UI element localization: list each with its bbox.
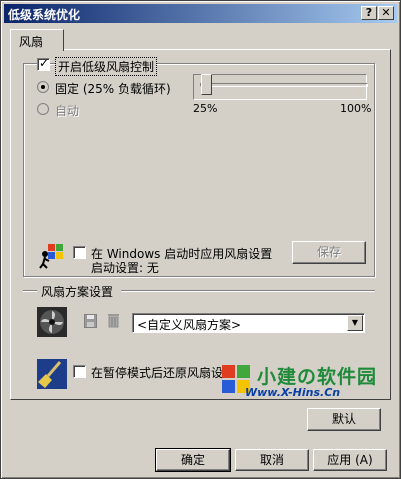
duty-cycle-slider[interactable] <box>201 74 212 95</box>
apply-button[interactable]: 应用 (A) <box>313 449 387 471</box>
fixed-radio[interactable] <box>37 81 49 93</box>
window-title: 低级系统优化 <box>8 8 81 22</box>
auto-radio[interactable] <box>37 103 49 115</box>
fan-icon <box>37 307 67 337</box>
auto-label: 自动 <box>55 104 80 118</box>
broom-icon <box>37 359 67 389</box>
default-button[interactable]: 默认 <box>307 408 381 431</box>
scheme-select[interactable]: <自定义风扇方案> ▼ <box>132 313 365 333</box>
chevron-down-icon[interactable]: ▼ <box>347 315 363 331</box>
watermark-url: Www.X-Hins.Cn <box>245 386 341 399</box>
slider-frame <box>193 74 367 100</box>
startup-status-label: 启动设置: 无 <box>91 261 159 275</box>
save-button[interactable]: 保存 <box>292 241 366 264</box>
close-button[interactable]: ✕ <box>378 6 394 20</box>
fixed-label: 固定 (25% 负载循环) <box>55 82 171 96</box>
watermark: 小建の软件园 Www.X-Hins.Cn <box>221 362 381 402</box>
restore-after-sleep-label: 在暂停模式后还原风扇设置 <box>91 366 236 380</box>
slider-min-label: 25% <box>193 102 218 115</box>
save-scheme-icon[interactable] <box>84 314 97 328</box>
ok-button[interactable]: 确定 <box>155 448 231 472</box>
dialog-window: 低级系统优化 ? ✕ 风扇 开启低级风扇控制 固定 (25% 负载循环) 自动 … <box>0 0 401 479</box>
scheme-group-line <box>121 290 375 292</box>
cancel-button[interactable]: 取消 <box>235 449 309 471</box>
scheme-select-value: <自定义风扇方案> <box>137 318 242 332</box>
restore-after-sleep-checkbox[interactable] <box>73 365 86 378</box>
watermark-name: 小建の软件园 <box>257 366 378 388</box>
duty-cycle-track <box>200 83 368 87</box>
scheme-group-line-left <box>23 290 37 292</box>
slider-max-label: 100% <box>340 102 372 115</box>
tab-fan[interactable]: 风扇 <box>10 29 64 51</box>
enable-fan-control-label: 开启低级风扇控制 <box>55 57 158 76</box>
windows-runner-icon <box>39 244 63 269</box>
title-bar[interactable]: 低级系统优化 ? ✕ <box>4 4 397 23</box>
help-button[interactable]: ? <box>361 6 377 20</box>
scheme-group-label: 风扇方案设置 <box>41 285 114 299</box>
apply-on-startup-checkbox[interactable] <box>73 246 86 259</box>
tab-fan-label: 风扇 <box>19 35 44 49</box>
delete-scheme-icon[interactable] <box>107 313 120 328</box>
enable-fan-control-checkbox[interactable] <box>37 56 50 71</box>
